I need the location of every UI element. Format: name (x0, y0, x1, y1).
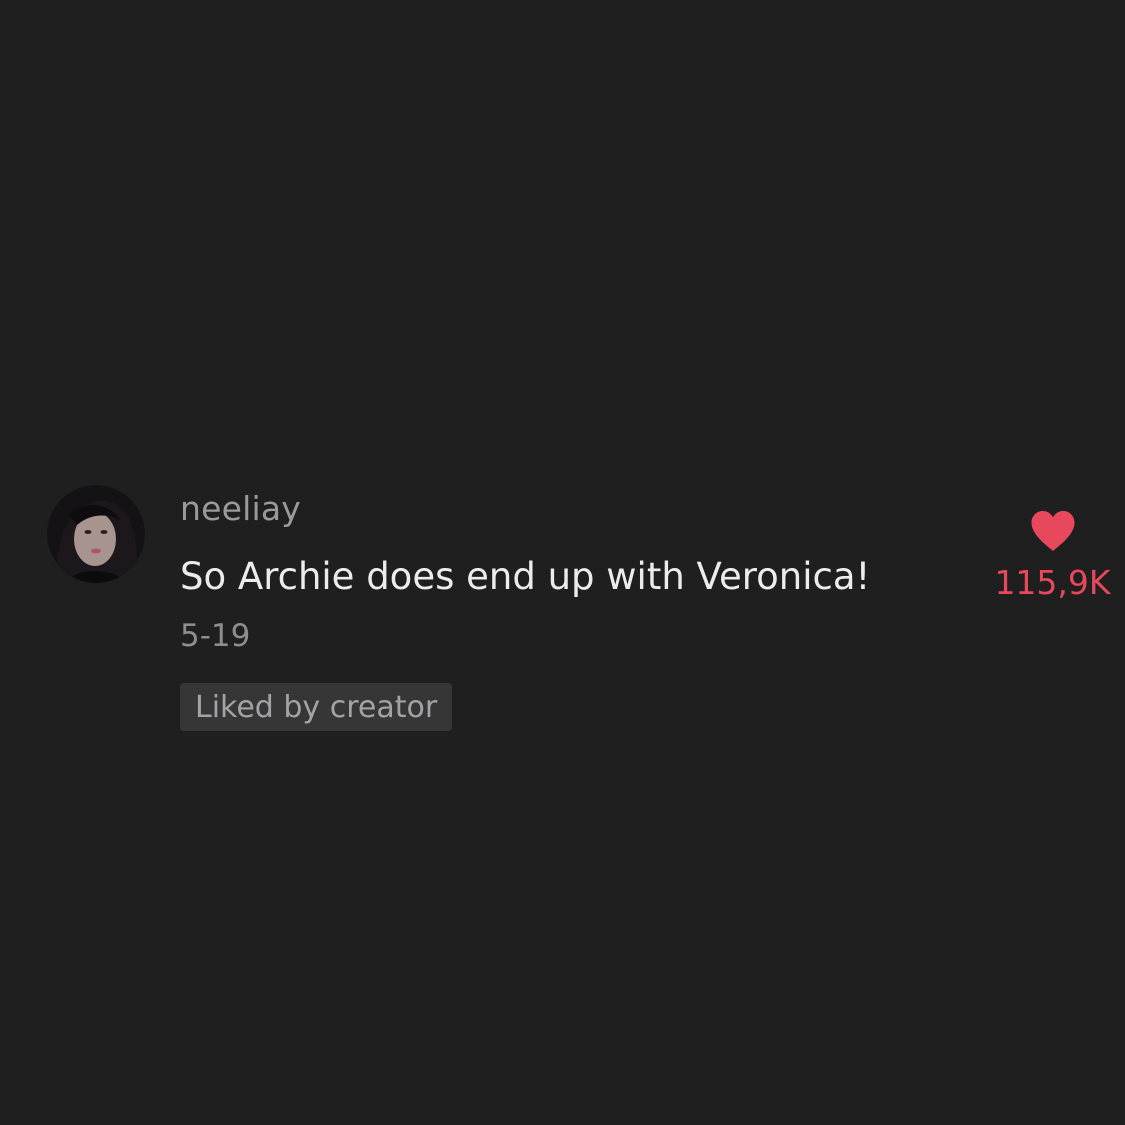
comment-date: 5-19 (180, 618, 251, 654)
comment-text: So Archie does end up with Veronica! (180, 555, 871, 598)
liked-by-creator-badge: Liked by creator (180, 683, 453, 731)
avatar-photo (47, 485, 145, 583)
heart-icon[interactable] (1030, 510, 1076, 552)
avatar[interactable] (47, 485, 145, 583)
username[interactable]: neeliay (180, 486, 301, 532)
like-button[interactable]: 115,9K (990, 505, 1115, 610)
like-count: 115,9K (994, 563, 1111, 602)
liked-by-creator-label: Liked by creator (195, 689, 438, 725)
comment-item: neeliay So Archie does end up with Veron… (0, 0, 1125, 1125)
